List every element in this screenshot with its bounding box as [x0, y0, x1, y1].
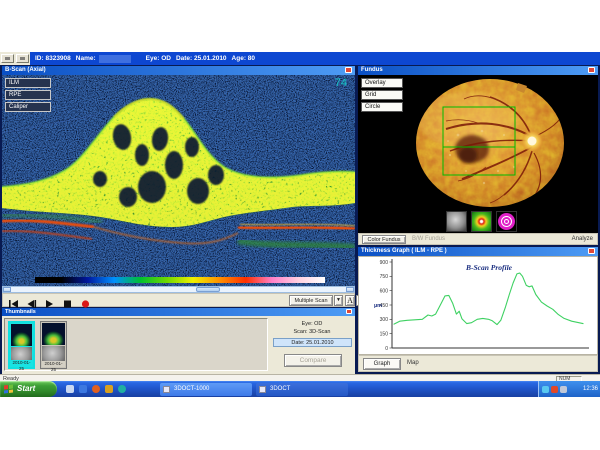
system-tray: 12:36 [538, 381, 600, 397]
tray-icon-2[interactable] [551, 386, 558, 393]
color-fundus-button[interactable]: Color Fundus [362, 235, 406, 244]
task-button-3doct[interactable]: 3DOCT [256, 383, 348, 396]
status-bar: Ready NUM [0, 374, 600, 381]
scan-thumbnail-2[interactable]: 2010-01-25 [40, 321, 67, 369]
thumbnails-close-icon[interactable] [346, 309, 352, 314]
svg-text:0: 0 [385, 346, 388, 352]
thumbnails-panel-title: Thumbnails [2, 308, 355, 316]
multiple-scan-arrow-icon[interactable]: ▼ [334, 295, 343, 306]
fundus-footer-bar: Color Fundus B/W Fundus Analyze [358, 233, 598, 245]
thumbnail-date: 2010-01-25 [42, 361, 65, 367]
tab-graph[interactable]: Graph [363, 358, 401, 370]
svg-text:750: 750 [380, 274, 389, 280]
quicklaunch-icon-4[interactable] [105, 385, 113, 393]
scroll-right-arrow-icon[interactable] [346, 287, 354, 292]
play-button[interactable] [43, 296, 56, 306]
bw-fundus-button[interactable]: B/W Fundus [412, 236, 445, 242]
tray-icon-1[interactable] [542, 386, 549, 393]
frame-number: 74 [335, 77, 347, 89]
patient-info-bar: ID: 8323908 Name: Eye: OD Date: 25.01.20… [0, 52, 600, 65]
oct-bscan-image[interactable]: ILM RPE Caliper 74 [2, 75, 355, 286]
skip-start-button[interactable] [7, 296, 20, 306]
quicklaunch-icon-3[interactable] [92, 385, 100, 393]
oct-bscan-art [2, 75, 355, 286]
windows-flag-icon [4, 385, 13, 394]
taskbar: Start 3DOCT-1000 3DOCT 12:36 [0, 381, 600, 397]
thickness-graph-panel: Thickness Graph ( ILM - RPE ) 9007506004… [358, 247, 598, 372]
fundus-panel: Fundus [358, 66, 598, 259]
patient-info-strip: ID: 8323908 Name: Eye: OD Date: 25.01.20… [30, 52, 600, 65]
circle-button[interactable]: Circle [361, 102, 403, 112]
svg-text:900: 900 [380, 260, 389, 266]
start-label: Start [17, 384, 35, 393]
patient-id: ID: 8323908 [35, 55, 71, 62]
scroll-left-arrow-icon[interactable] [3, 287, 11, 292]
thickness-close-icon[interactable] [588, 248, 595, 254]
svg-text:B-Scan Profile: B-Scan Profile [465, 263, 513, 272]
overlay-button[interactable]: Overlay [361, 78, 403, 88]
thickness-map-thumbnail[interactable] [471, 211, 492, 232]
caliper-button[interactable]: Caliper [5, 102, 51, 112]
quicklaunch-icon-1[interactable] [66, 385, 74, 393]
svg-text:600: 600 [380, 288, 389, 294]
multiple-scan-dropdown[interactable]: Multiple Scan [289, 295, 333, 306]
scan-thumbnail-1[interactable]: 2010-01-25 [8, 321, 35, 369]
patient-eye: Eye: OD [146, 55, 171, 62]
patient-name-redacted [99, 55, 131, 63]
thickness-tabs-bar: Graph Map [358, 355, 598, 372]
quicklaunch-icon-5[interactable] [118, 385, 126, 393]
prev-frame-button[interactable] [25, 296, 38, 306]
oct-colorbar [35, 277, 325, 283]
compare-button[interactable]: Compare [284, 354, 342, 367]
record-button[interactable] [79, 296, 92, 306]
svg-text:µm: µm [374, 303, 382, 309]
scrollbar-thumb[interactable] [196, 287, 220, 292]
bscan-panel-title: B-Scan (Axial) [2, 66, 355, 75]
start-button[interactable]: Start [0, 381, 57, 397]
thumbnail-oct-image [11, 324, 32, 346]
rpe-button[interactable]: RPE [5, 90, 51, 100]
bw-fundus-thumbnail[interactable] [446, 211, 467, 232]
quicklaunch-icon-2[interactable] [79, 385, 87, 393]
thumbnail-date: 2010-01-25 [11, 360, 32, 366]
info-date-field[interactable]: Date: 25.01.2010 [273, 338, 352, 347]
toolbar-button-1[interactable] [1, 54, 14, 63]
tray-clock[interactable]: 12:36 [583, 381, 598, 397]
bscan-close-icon[interactable] [345, 67, 352, 73]
tab-map[interactable]: Map [407, 360, 419, 366]
thumbnail-fundus-image [42, 346, 65, 362]
fundus-image[interactable]: Overlay Grid Circle [358, 75, 598, 233]
playback-toolbar: Multiple Scan ▼ A [2, 293, 355, 307]
grid-button[interactable]: Grid [361, 90, 403, 100]
patient-age: Age: 80 [232, 55, 255, 62]
info-scan: Scan: 3D-Scan [272, 329, 352, 335]
thumbnails-area: 2010-01-25 2010-01-25 Eye: OD Scan: 3D-S… [2, 316, 355, 374]
stop-button[interactable] [61, 296, 74, 306]
oct-application-window: ID: 8323908 Name: Eye: OD Date: 25.01.20… [0, 52, 600, 397]
patient-name-label: Name: [76, 55, 96, 62]
tray-icon-3[interactable] [560, 386, 567, 393]
ilm-button[interactable]: ILM [5, 78, 51, 88]
annotation-text-button[interactable]: A [345, 295, 355, 306]
thumbnail-oct-image [42, 323, 65, 345]
bscan-panel: B-Scan (Axial) [2, 66, 355, 374]
fundus-close-icon[interactable] [588, 67, 595, 73]
svg-text:150: 150 [380, 331, 389, 337]
thickness-panel-title: Thickness Graph ( ILM - RPE ) [358, 247, 598, 256]
patient-date: Date: 25.01.2010 [176, 55, 227, 62]
svg-text:300: 300 [380, 317, 389, 323]
info-eye: Eye: OD [272, 321, 352, 327]
task-button-3doct-1000[interactable]: 3DOCT-1000 [160, 383, 252, 396]
thumbnails-well: 2010-01-25 2010-01-25 [4, 318, 268, 371]
toolbar-button-2[interactable] [16, 54, 29, 63]
oct-frame-scrollbar[interactable] [2, 286, 355, 293]
fundus-panel-title: Fundus [358, 66, 598, 75]
bscan-profile-chart: 9007506004503001500µmB-Scan Profile [358, 256, 598, 355]
analyze-button[interactable]: Analyze [572, 236, 593, 242]
screenshot-root: ID: 8323908 Name: Eye: OD Date: 25.01.20… [0, 0, 600, 450]
etdrs-grid-thumbnail[interactable] [496, 211, 517, 232]
